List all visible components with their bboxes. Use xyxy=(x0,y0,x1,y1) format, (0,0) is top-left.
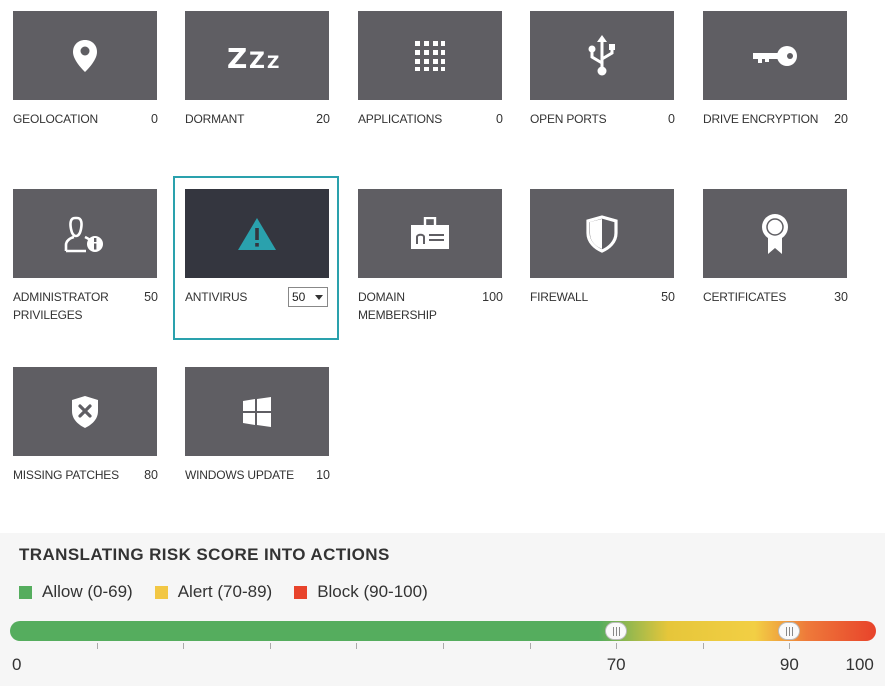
svg-text:Z: Z xyxy=(249,49,265,71)
key-icon xyxy=(753,45,797,66)
tile-icon-box xyxy=(185,367,329,456)
antivirus-score-value: 50 xyxy=(292,290,306,304)
legend-swatch xyxy=(294,585,308,599)
tile-label: GEOLOCATION xyxy=(13,112,98,126)
legend-item-allow: Allow (0-69) xyxy=(19,582,133,602)
tile-windows-update[interactable]: WINDOWS UPDATE 10 xyxy=(185,367,345,527)
tile-label: CERTIFICATES xyxy=(703,290,787,304)
tile-value: 80 xyxy=(144,468,158,482)
tile-icon-box xyxy=(13,11,157,100)
tile-value: 0 xyxy=(496,112,503,126)
tile-label: OPEN PORTS xyxy=(530,112,607,126)
tile-value: 10 xyxy=(316,468,330,482)
risk-score-panel: TRANSLATING RISK SCORE INTO ACTIONS Allo… xyxy=(0,533,885,686)
legend-item-alert: Alert (70-89) xyxy=(154,582,273,602)
tile-icon-box xyxy=(703,11,847,100)
tile-icon-box xyxy=(13,367,157,456)
tick-label-alert: 70 xyxy=(606,655,626,674)
shield-icon xyxy=(586,214,618,253)
tile-icon-box xyxy=(358,189,502,278)
legend-label: Allow (0-69) xyxy=(42,582,133,601)
windows-icon xyxy=(243,396,271,427)
slider-tick xyxy=(96,643,98,649)
tile-value: 20 xyxy=(834,112,848,126)
tile-icon-box xyxy=(530,189,674,278)
tile-geolocation[interactable]: GEOLOCATION 0 xyxy=(13,11,173,171)
tile-icon-box xyxy=(530,11,674,100)
policy-tiles-grid: GEOLOCATION 0 Z Z Z DORMANT 20 APPLICATI… xyxy=(0,0,885,510)
tile-icon-box xyxy=(358,11,502,100)
slider-tick xyxy=(529,643,531,649)
legend-swatch xyxy=(154,585,168,599)
slider-handle-alert[interactable] xyxy=(605,622,628,640)
slider-tick xyxy=(269,643,271,649)
admin-user-icon xyxy=(64,216,103,252)
award-ribbon-icon xyxy=(762,213,788,254)
tile-icon-box xyxy=(13,189,157,278)
tile-value: 100 xyxy=(482,290,503,304)
tile-label: ADMINISTRATOR PRIVILEGES xyxy=(13,290,109,322)
tile-value: 50 xyxy=(144,290,158,304)
tile-label: FIREWALL xyxy=(530,290,588,304)
tile-label: DOMAIN MEMBERSHIP xyxy=(358,290,437,322)
tick-label-block: 90 xyxy=(779,655,799,674)
selected-tile-outline xyxy=(173,176,339,340)
tile-label: DRIVE ENCRYPTION xyxy=(703,112,819,126)
tile-applications[interactable]: APPLICATIONS 0 xyxy=(358,11,518,171)
slider-tick xyxy=(356,643,358,649)
risk-range-slider[interactable] xyxy=(10,621,876,641)
tick-label-max: 100 xyxy=(845,655,874,674)
usb-icon xyxy=(588,34,615,75)
tile-domain-membership[interactable]: DOMAIN MEMBERSHIP 100 xyxy=(358,189,518,349)
tile-icon-box xyxy=(703,189,847,278)
tile-administrator-privileges[interactable]: ADMINISTRATOR PRIVILEGES 50 xyxy=(13,189,173,349)
slider-tick xyxy=(702,643,704,649)
tile-label: WINDOWS UPDATE xyxy=(185,468,294,482)
tile-value: 20 xyxy=(316,112,330,126)
slider-ticks xyxy=(10,641,876,651)
risk-legend: Allow (0-69) Alert (70-89) Block (90-100… xyxy=(19,582,428,602)
legend-label: Block (90-100) xyxy=(317,582,428,601)
tile-value: 0 xyxy=(151,112,158,126)
tile-missing-patches[interactable]: MISSING PATCHES 80 xyxy=(13,367,173,527)
slider-tick xyxy=(616,643,618,649)
sleep-zzz-icon: Z Z Z xyxy=(227,42,279,71)
svg-text:Z: Z xyxy=(227,42,247,71)
antivirus-score-select[interactable]: 50 xyxy=(288,287,328,307)
tile-value: 30 xyxy=(834,290,848,304)
tile-dormant[interactable]: Z Z Z DORMANT 20 xyxy=(185,11,345,171)
tile-drive-encryption[interactable]: DRIVE ENCRYPTION 20 xyxy=(703,11,863,171)
chevron-down-icon xyxy=(315,295,323,300)
tile-open-ports[interactable]: OPEN PORTS 0 xyxy=(530,11,690,171)
tick-label-min: 0 xyxy=(12,655,22,674)
slider-tick xyxy=(183,643,185,649)
risk-panel-title: TRANSLATING RISK SCORE INTO ACTIONS xyxy=(19,545,390,564)
tile-firewall[interactable]: FIREWALL 50 xyxy=(530,189,690,349)
tile-label: APPLICATIONS xyxy=(358,112,443,126)
tile-icon-box: Z Z Z xyxy=(185,11,329,100)
legend-label: Alert (70-89) xyxy=(177,582,273,601)
tile-value: 0 xyxy=(668,112,675,126)
legend-swatch xyxy=(19,585,32,599)
tile-label: MISSING PATCHES xyxy=(13,468,119,482)
tile-value: 50 xyxy=(661,290,675,304)
legend-item-block: Block (90-100) xyxy=(294,582,428,602)
slider-handle-block[interactable] xyxy=(778,622,801,640)
svg-text:Z: Z xyxy=(267,53,279,71)
id-badge-icon xyxy=(411,216,449,249)
tile-label: DORMANT xyxy=(185,112,245,126)
location-pin-icon xyxy=(73,39,97,72)
tile-certificates[interactable]: CERTIFICATES 30 xyxy=(703,189,863,349)
slider-tick xyxy=(789,643,791,649)
shield-x-icon xyxy=(72,395,98,428)
grid-dots-icon xyxy=(415,40,445,71)
slider-tick xyxy=(443,643,444,649)
